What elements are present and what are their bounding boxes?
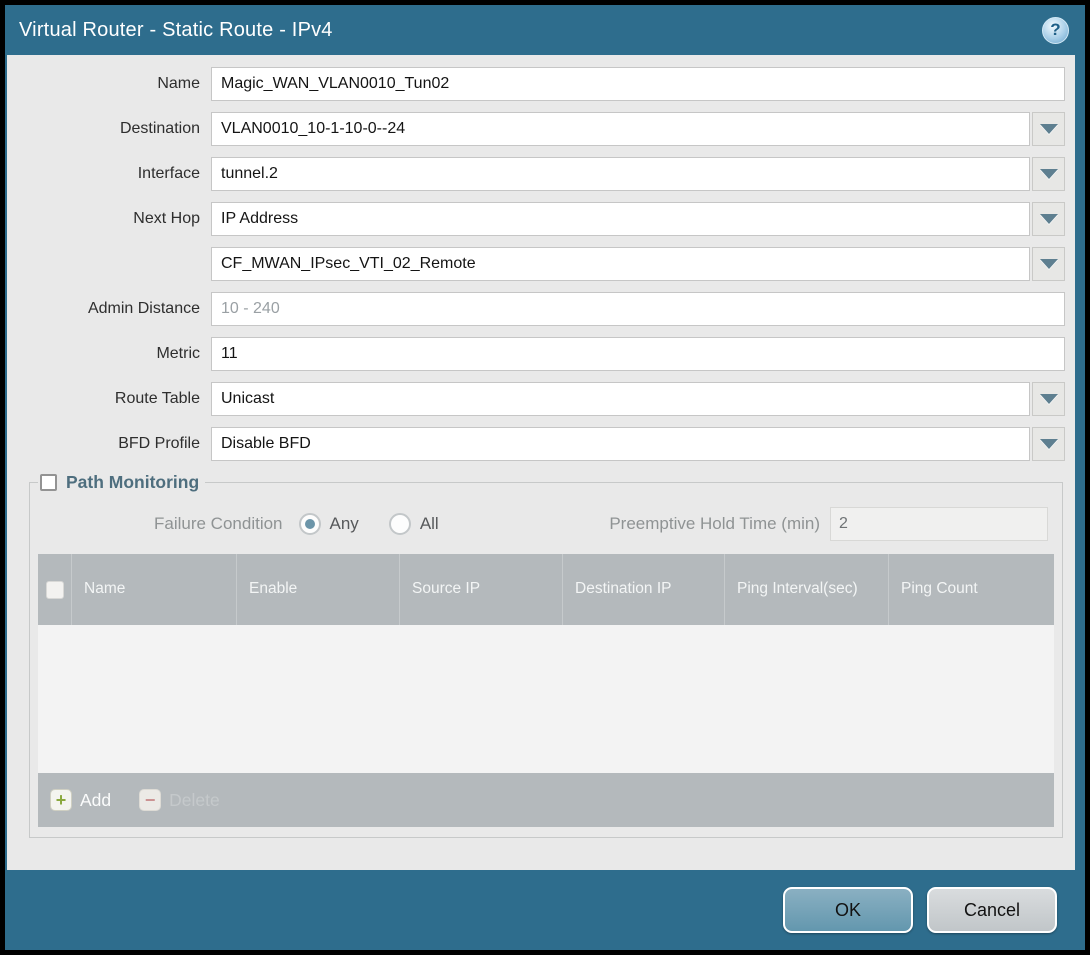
form-row-metric: Metric (15, 337, 1065, 371)
form-row-name: Name (15, 67, 1065, 101)
chevron-down-icon (1040, 124, 1058, 134)
column-header-destination-ip: Destination IP (563, 554, 725, 625)
table-body-empty (38, 625, 1054, 773)
column-header-name: Name (72, 554, 237, 625)
path-monitoring-section: Path Monitoring Failure Condition Any Al… (29, 472, 1063, 838)
destination-input[interactable] (211, 112, 1030, 146)
interface-input[interactable] (211, 157, 1030, 191)
chevron-down-icon (1040, 259, 1058, 269)
metric-label: Metric (15, 345, 211, 363)
path-monitoring-checkbox[interactable] (40, 474, 57, 491)
form-row-bfd-profile: BFD Profile (15, 427, 1065, 461)
name-input[interactable] (211, 67, 1065, 101)
chevron-down-icon (1040, 394, 1058, 404)
path-monitoring-table: Name Enable Source IP Destination IP Pin… (38, 554, 1054, 827)
form-row-interface: Interface (15, 157, 1065, 191)
table-toolbar: + Add − Delete (38, 773, 1054, 827)
dialog-footer: OK Cancel (5, 870, 1085, 950)
screen: Virtual Router - Static Route - IPv4 ? N… (0, 0, 1090, 955)
route-table-dropdown-button[interactable] (1032, 382, 1065, 416)
chevron-down-icon (1040, 169, 1058, 179)
form-row-next-hop-address (15, 247, 1065, 281)
select-all-cell (38, 554, 72, 625)
column-header-source-ip: Source IP (400, 554, 563, 625)
admin-distance-input[interactable] (211, 292, 1065, 326)
bfd-profile-label: BFD Profile (15, 435, 211, 453)
plus-icon: + (50, 789, 72, 811)
dialog-body: Name Destination Interface (7, 55, 1075, 870)
ok-button[interactable]: OK (783, 887, 913, 933)
metric-input[interactable] (211, 337, 1065, 371)
column-header-enable: Enable (237, 554, 400, 625)
form-row-route-table: Route Table (15, 382, 1065, 416)
form-row-next-hop: Next Hop (15, 202, 1065, 236)
add-button-label: Add (80, 790, 111, 811)
admin-distance-label: Admin Distance (15, 300, 211, 318)
column-header-ping-count: Ping Count (889, 554, 1054, 625)
help-icon[interactable]: ? (1042, 17, 1069, 44)
dialog-titlebar: Virtual Router - Static Route - IPv4 ? (5, 5, 1085, 55)
next-hop-type-dropdown-button[interactable] (1032, 202, 1065, 236)
route-table-label: Route Table (15, 390, 211, 408)
form-row-destination: Destination (15, 112, 1065, 146)
route-table-input[interactable] (211, 382, 1030, 416)
form-row-admin-distance: Admin Distance (15, 292, 1065, 326)
radio-any-label: Any (330, 514, 359, 534)
column-header-ping-interval: Ping Interval(sec) (725, 554, 889, 625)
table-header-row: Name Enable Source IP Destination IP Pin… (38, 554, 1054, 625)
path-monitoring-legend: Path Monitoring (38, 472, 205, 493)
next-hop-address-dropdown-button[interactable] (1032, 247, 1065, 281)
select-all-checkbox[interactable] (46, 581, 64, 599)
radio-all[interactable] (389, 513, 411, 535)
destination-label: Destination (15, 120, 211, 138)
bfd-profile-input[interactable] (211, 427, 1030, 461)
preemptive-hold-time-input[interactable] (830, 507, 1048, 541)
radio-any[interactable] (299, 513, 321, 535)
bfd-profile-dropdown-button[interactable] (1032, 427, 1065, 461)
next-hop-address-input[interactable] (211, 247, 1030, 281)
minus-icon: − (139, 789, 161, 811)
dialog-virtual-router-static-route: Virtual Router - Static Route - IPv4 ? N… (5, 5, 1085, 950)
failure-condition-row: Failure Condition Any All Preemptive Hol… (38, 507, 1054, 541)
failure-condition-label: Failure Condition (154, 514, 283, 534)
preemptive-hold-time-label: Preemptive Hold Time (min) (609, 514, 820, 534)
next-hop-type-input[interactable] (211, 202, 1030, 236)
next-hop-label: Next Hop (15, 210, 211, 228)
delete-button-label: Delete (169, 790, 220, 811)
delete-button: − Delete (139, 789, 220, 811)
add-button[interactable]: + Add (50, 789, 111, 811)
name-label: Name (15, 75, 211, 93)
chevron-down-icon (1040, 214, 1058, 224)
chevron-down-icon (1040, 439, 1058, 449)
radio-all-label: All (420, 514, 439, 534)
cancel-button[interactable]: Cancel (927, 887, 1057, 933)
interface-dropdown-button[interactable] (1032, 157, 1065, 191)
path-monitoring-title: Path Monitoring (66, 472, 199, 493)
dialog-title: Virtual Router - Static Route - IPv4 (19, 19, 1042, 42)
destination-dropdown-button[interactable] (1032, 112, 1065, 146)
interface-label: Interface (15, 165, 211, 183)
